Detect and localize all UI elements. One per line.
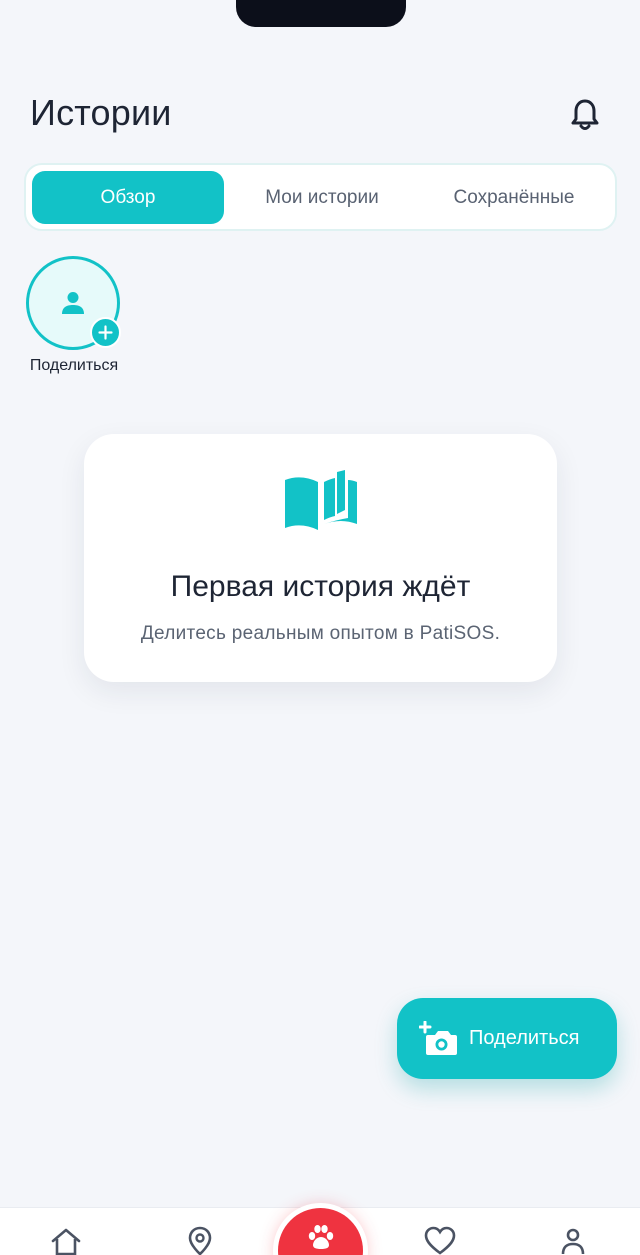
nav-favorites[interactable] bbox=[420, 1226, 460, 1255]
add-photo-icon bbox=[419, 1020, 457, 1055]
device-notch bbox=[236, 0, 406, 27]
page-title: Истории bbox=[30, 92, 172, 133]
empty-state-title: Первая история ждёт bbox=[170, 570, 471, 603]
nav-map[interactable] bbox=[180, 1226, 220, 1255]
bell-icon bbox=[571, 99, 599, 130]
open-book-icon bbox=[285, 470, 357, 530]
stories-tabs: Обзор Мои истории Сохранённые bbox=[24, 163, 617, 231]
share-story-label: Поделиться bbox=[29, 357, 119, 374]
heart-icon bbox=[424, 1226, 456, 1255]
nav-profile[interactable] bbox=[553, 1226, 593, 1255]
tab-my-stories[interactable]: Мои истории bbox=[226, 171, 418, 224]
empty-state-text: Делитесь реальным опытом в PatiSOS. bbox=[140, 623, 501, 644]
empty-state-card: Первая история ждёт Делитесь реальным оп… bbox=[84, 434, 557, 682]
user-icon bbox=[62, 292, 84, 314]
profile-icon bbox=[561, 1228, 585, 1255]
map-pin-icon bbox=[188, 1226, 212, 1255]
tab-saved[interactable]: Сохранённые bbox=[418, 171, 610, 224]
nav-home[interactable] bbox=[46, 1226, 86, 1255]
tab-overview[interactable]: Обзор bbox=[32, 171, 224, 224]
notifications-button[interactable] bbox=[566, 96, 604, 134]
share-fab-button[interactable]: Поделиться bbox=[397, 998, 617, 1079]
plus-icon bbox=[90, 317, 121, 348]
stories-screen: Истории Обзор Мои истории Сохранённые По… bbox=[0, 0, 640, 1255]
paw-icon bbox=[308, 1225, 333, 1249]
share-story-button[interactable]: Поделиться bbox=[18, 252, 130, 382]
home-icon bbox=[51, 1228, 81, 1255]
share-fab-label: Поделиться bbox=[469, 1027, 580, 1049]
